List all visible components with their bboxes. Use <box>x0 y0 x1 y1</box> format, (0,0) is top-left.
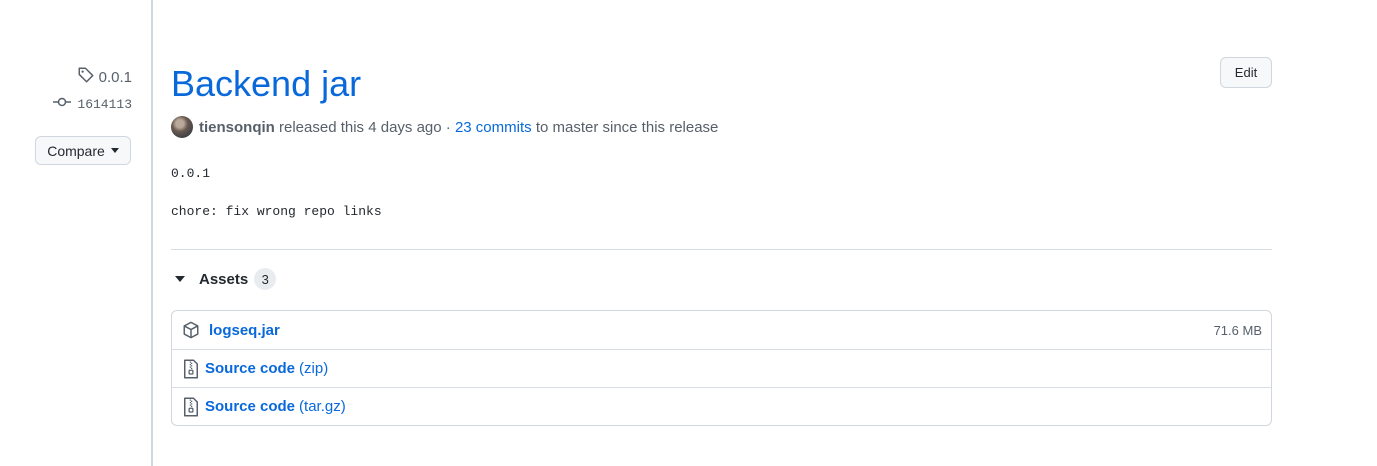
list-item: logseq.jar 71.6 MB <box>172 311 1271 349</box>
compare-button[interactable]: Compare <box>35 136 131 165</box>
release-body-line: chore: fix wrong repo links <box>171 204 382 219</box>
file-zip-icon <box>181 397 201 417</box>
source-code-zip-link[interactable]: Source code <box>205 360 295 377</box>
assets-list: logseq.jar 71.6 MB Source code (zip) Sou… <box>171 310 1272 426</box>
commits-suffix: to master since this release <box>535 118 719 136</box>
author-link[interactable]: tiensonqin <box>199 119 275 136</box>
caret-down-icon <box>110 148 119 153</box>
assets-toggle[interactable]: Assets 3 <box>174 268 277 290</box>
package-icon <box>181 320 201 340</box>
release-title[interactable]: Backend jar <box>171 62 361 106</box>
release-body-line: 0.0.1 <box>171 166 211 181</box>
assets-count-badge: 3 <box>254 268 277 290</box>
compare-label: Compare <box>47 142 105 159</box>
commit-link[interactable]: 1614113 <box>53 96 132 112</box>
edit-button[interactable]: Edit <box>1220 57 1272 88</box>
release-meta: tiensonqin released this 4 days ago · 23… <box>171 116 718 138</box>
triangle-down-icon <box>175 276 185 282</box>
list-item: Source code (tar.gz) <box>172 387 1271 425</box>
assets-heading: Assets <box>199 270 249 288</box>
file-zip-icon <box>181 359 201 379</box>
asset-format[interactable]: (zip) <box>299 360 328 377</box>
asset-format[interactable]: (tar.gz) <box>299 398 346 415</box>
list-item: Source code (zip) <box>172 349 1271 387</box>
asset-size: 71.6 MB <box>1213 322 1262 338</box>
tag-icon <box>77 66 95 88</box>
released-text: released this 4 days ago <box>279 118 442 136</box>
commit-sha: 1614113 <box>77 96 132 112</box>
commits-link[interactable]: 23 commits <box>455 119 532 136</box>
git-commit-icon <box>53 96 72 112</box>
tag-name: 0.0.1 <box>98 68 132 86</box>
tag-link[interactable]: 0.0.1 <box>77 66 132 88</box>
divider <box>171 249 1272 250</box>
asset-link[interactable]: logseq.jar <box>209 322 280 339</box>
release-sidebar: 0.0.1 1614113 Compare <box>0 0 150 466</box>
source-code-targz-link[interactable]: Source code <box>205 398 295 415</box>
sidebar-divider <box>151 0 153 466</box>
avatar[interactable] <box>171 116 193 138</box>
